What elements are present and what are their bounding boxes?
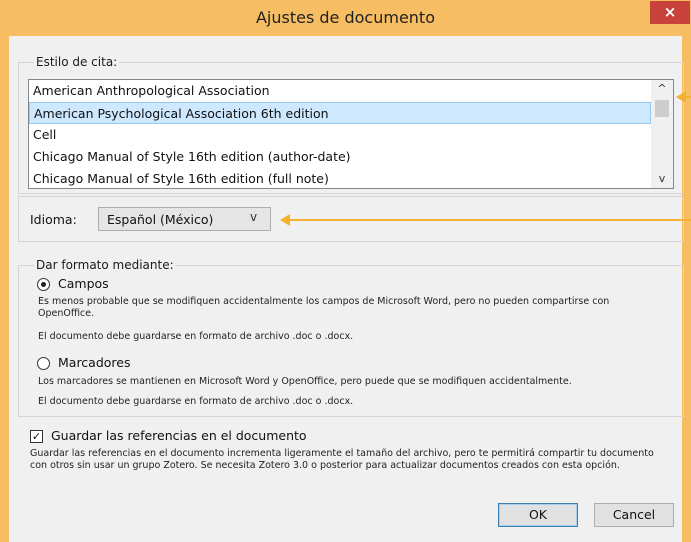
bookmarks-note: El documento debe guardarse en formato d… bbox=[38, 396, 354, 407]
list-item[interactable]: Chicago Manual of Style 16th edition (fu… bbox=[29, 168, 651, 188]
citation-style-legend: Estilo de cita: bbox=[34, 55, 120, 69]
fields-radio[interactable] bbox=[37, 278, 50, 291]
title-bar[interactable]: Ajustes de documento × bbox=[0, 0, 691, 36]
window-title: Ajustes de documento bbox=[255, 8, 435, 27]
annotation-arrow-line bbox=[686, 96, 691, 98]
fields-note: El documento debe guardarse en formato d… bbox=[38, 331, 354, 342]
list-item[interactable]: Cell bbox=[29, 124, 651, 146]
close-button[interactable]: × bbox=[650, 1, 690, 24]
language-value: Español (México) bbox=[107, 212, 214, 227]
citation-style-list[interactable]: American Anthropological Association Ame… bbox=[28, 79, 674, 189]
scroll-up-icon[interactable]: ^ bbox=[651, 80, 673, 97]
list-item[interactable]: American Anthropological Association bbox=[29, 80, 651, 102]
scroll-thumb[interactable] bbox=[655, 100, 669, 117]
annotation-arrow-line bbox=[290, 219, 691, 221]
scroll-down-icon[interactable]: v bbox=[651, 170, 673, 187]
format-legend: Dar formato mediante: bbox=[34, 258, 176, 272]
store-references-checkbox[interactable]: ✓ bbox=[30, 430, 43, 443]
fields-description: Es menos probable que se modifiquen acci… bbox=[38, 296, 610, 319]
ok-button[interactable]: OK bbox=[498, 503, 578, 527]
bookmarks-label[interactable]: Marcadores bbox=[58, 355, 131, 370]
chevron-down-icon: v bbox=[250, 210, 258, 224]
bookmarks-description: Los marcadores se mantienen en Microsoft… bbox=[38, 376, 572, 387]
list-scrollbar[interactable]: ^ v bbox=[651, 80, 673, 188]
list-item[interactable]: Chicago Manual of Style 16th edition (au… bbox=[29, 146, 651, 168]
store-references-label[interactable]: Guardar las referencias en el documento bbox=[51, 428, 307, 443]
annotation-arrow-icon bbox=[280, 214, 290, 226]
list-item-selected[interactable]: American Psychological Association 6th e… bbox=[29, 102, 651, 124]
store-references-description: Guardar las referencias en el documento … bbox=[30, 448, 654, 471]
language-label: Idioma: bbox=[30, 212, 77, 227]
cancel-button[interactable]: Cancel bbox=[594, 503, 674, 527]
language-select[interactable]: Español (México) v bbox=[98, 207, 271, 231]
fields-label[interactable]: Campos bbox=[58, 276, 109, 291]
bookmarks-radio[interactable] bbox=[37, 357, 50, 370]
annotation-arrow-icon bbox=[676, 91, 686, 103]
